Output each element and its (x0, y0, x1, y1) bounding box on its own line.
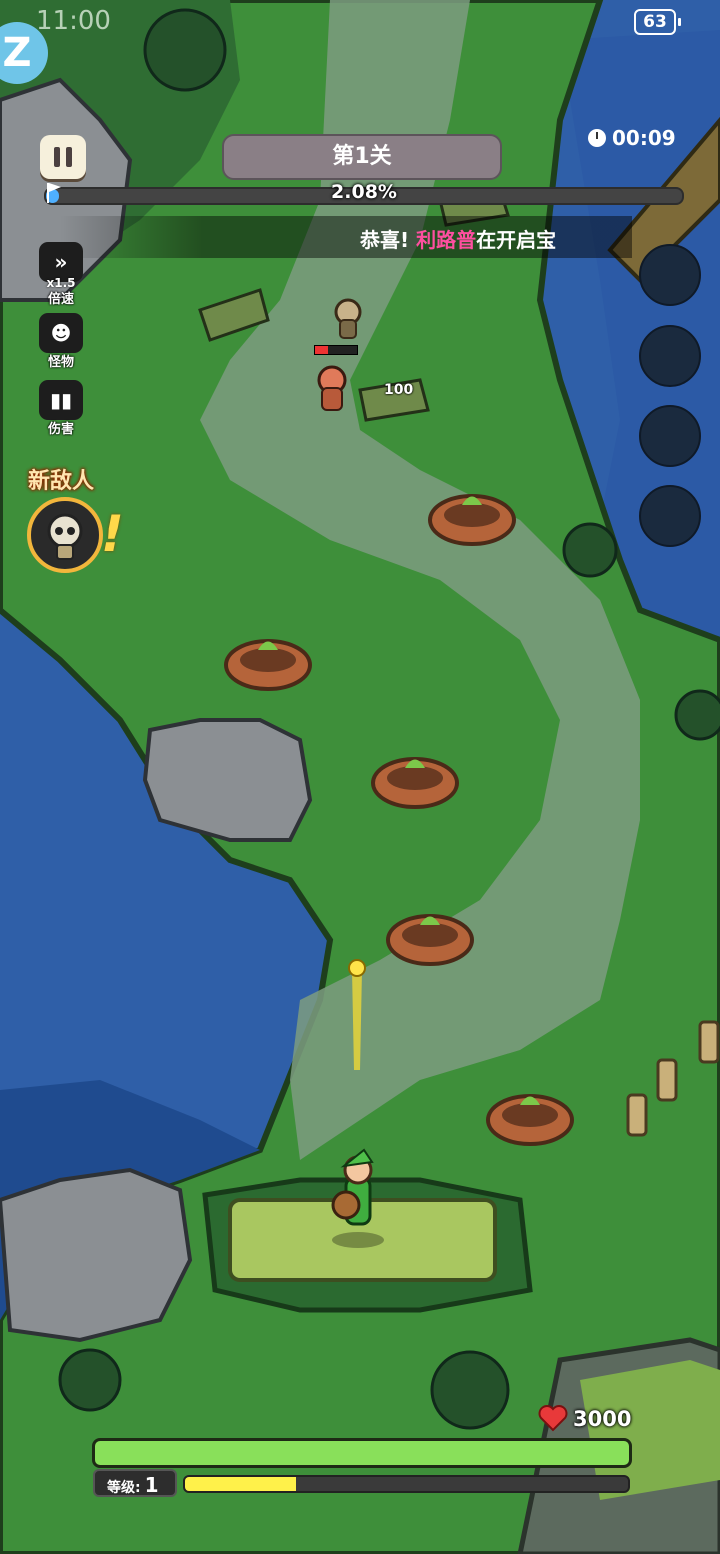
new-enemy-portrait[interactable] (27, 497, 103, 573)
wave-progress-text: 2.08% (331, 181, 397, 203)
damage-label: 伤害 (47, 422, 74, 437)
experience-fill (185, 1477, 296, 1491)
flag-icon (47, 183, 61, 203)
damage-popup: 100 (384, 382, 414, 398)
player-hp-value: 3000 (573, 1407, 632, 1431)
player-level-value: 1 (144, 1473, 159, 1497)
announcement-player-name: 利路普 (416, 228, 477, 252)
damage-button[interactable]: ▮▮ 伤害 (39, 380, 83, 437)
enemy-health-bar (314, 345, 358, 355)
stage-timer: 00:09 (588, 126, 676, 150)
enemy-zombie-2 (317, 365, 347, 411)
skull-icon (47, 513, 83, 560)
pause-icon (54, 147, 60, 167)
announcement-prefix: 恭喜! (360, 228, 417, 252)
announcement-suffix: 在开启宝 (476, 228, 557, 252)
new-enemy-title: 新敌人 (28, 469, 95, 494)
skill-slot-3[interactable] (639, 405, 701, 467)
monster-icon: ☻ (39, 313, 83, 353)
wave-progress-bar: 2.08% (44, 181, 684, 205)
monster-button[interactable]: ☻ 怪物 (39, 313, 83, 370)
system-status-bar: 11:00 63 (0, 0, 720, 40)
pause-button[interactable] (40, 135, 86, 179)
monster-label: 怪物 (47, 355, 74, 370)
skill-slot-1[interactable] (639, 244, 701, 306)
speed-label: 倍速 (47, 292, 74, 307)
player-hp: 3000 (537, 1404, 631, 1432)
player-level: 等级: 1 (93, 1469, 177, 1497)
timer-value: 00:09 (612, 126, 676, 150)
announcement-text: 恭喜! 利路普在开启宝 (360, 224, 556, 253)
heart-icon (538, 1405, 568, 1432)
level-title: 第1关 (222, 134, 502, 180)
player-health-bar (92, 1438, 632, 1468)
player-level-label: 等级: (107, 1480, 141, 1496)
clock-icon (588, 129, 606, 147)
experience-bar (183, 1475, 630, 1493)
battery-icon: 63 (634, 9, 681, 35)
bar-chart-icon: ▮▮ (39, 380, 83, 420)
enemy-zombie-1 (334, 298, 362, 339)
announcement-banner: 恭喜! 利路普在开启宝 (60, 216, 632, 258)
system-clock: 11:00 (36, 6, 111, 36)
new-enemy-exclamation: ! (101, 505, 124, 563)
speed-button[interactable]: » x1.5 倍速 (39, 242, 83, 307)
skill-slot-2[interactable] (639, 325, 701, 387)
skill-slot-4[interactable] (639, 485, 701, 547)
